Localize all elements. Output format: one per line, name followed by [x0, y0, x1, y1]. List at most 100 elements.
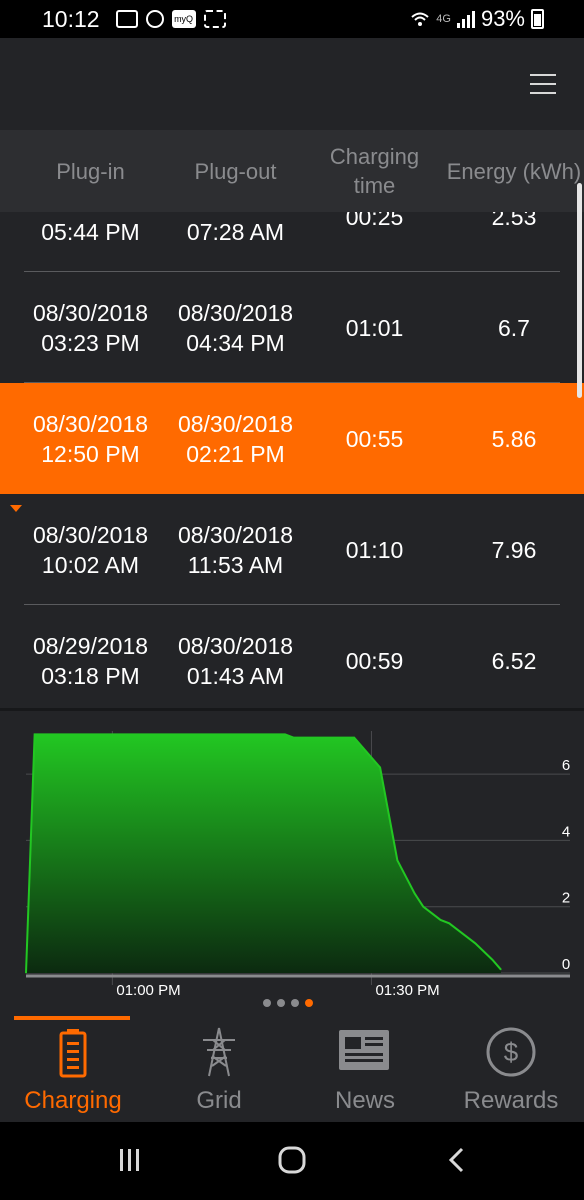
status-right: 4G 93%	[410, 6, 544, 32]
cell-plug-out-plug-out-date: 08/30/2018	[177, 521, 294, 548]
newspaper-icon	[339, 1030, 389, 1070]
status-bar: 10:12 myQ 4G 93%	[0, 0, 584, 38]
chart-point	[396, 859, 398, 861]
cell-energy-energy: 5.86	[491, 425, 537, 452]
charging-chart[interactable]: 0 2 4 6 01:00 PM 01:30 PM	[0, 708, 584, 1013]
chart-point	[414, 892, 416, 894]
table-scrollbar[interactable]	[577, 183, 582, 398]
chart-point	[440, 919, 442, 921]
chart-point	[293, 737, 295, 739]
network-type: 4G	[436, 13, 451, 25]
header-charging-time: Charging time	[329, 144, 420, 198]
cell-charging-time: 01:01	[308, 272, 441, 383]
header-plug-in: Plug-in	[56, 158, 125, 184]
page-dot[interactable]	[263, 999, 271, 1007]
circle-app-icon	[145, 10, 164, 28]
battery-status-icon	[531, 9, 544, 29]
cell-plug-in-plug-in-date: 08/30/2018	[33, 212, 148, 217]
cell-energy: 6.7	[444, 272, 584, 383]
table-row[interactable]: 08/30/2018 12:50 PM 08/30/2018 02:21 PM 00:5…	[0, 383, 584, 494]
wifi-icon	[411, 12, 429, 26]
chart-area-fill	[26, 734, 501, 973]
cell-energy: 7.96	[444, 494, 584, 605]
bottom-nav: Charging Grid News $ Rewards	[0, 1016, 584, 1122]
chart-point	[353, 737, 355, 739]
cell-plug-in: 08/30/201805:44 PM	[18, 212, 163, 272]
page-dot[interactable]	[277, 999, 285, 1007]
cell-plug-in-plug-in-date: 08/30/2018	[32, 521, 149, 548]
cell-charging-time-charging-time: 00:25	[345, 212, 404, 230]
home-icon[interactable]	[278, 1146, 306, 1174]
app-bar	[0, 38, 584, 130]
chart-point	[379, 766, 381, 768]
chart-point	[448, 922, 450, 924]
cell-plug-out: 08/30/2018 11:53 AM	[163, 494, 308, 605]
cell-charging-time: 00:59	[308, 605, 441, 708]
y-tick-label: 0	[562, 956, 570, 973]
table-row[interactable]: 08/30/2018 03:23 PM 08/30/2018 04:34 PM 01:0…	[0, 272, 584, 383]
gmail-icon	[115, 10, 138, 28]
cell-plug-out-plug-out-time: 04:34 PM	[186, 329, 285, 356]
chart-point	[431, 912, 433, 914]
active-tab-indicator	[14, 1016, 130, 1020]
cell-plug-in-plug-in-date: 08/30/2018	[32, 410, 149, 437]
cell-plug-out-plug-out-time: 02:21 PM	[186, 440, 285, 467]
cell-plug-out-plug-out-date: 08/30/2018	[177, 299, 294, 326]
cell-plug-in-plug-in-time: 05:44 PM	[41, 218, 140, 245]
nav-rewards-label: Rewards	[463, 1087, 559, 1114]
page-indicator	[263, 999, 313, 1007]
nav-charging[interactable]: Charging	[0, 1016, 146, 1122]
cell-charging-time-charging-time: 01:01	[345, 314, 404, 341]
cell-energy-energy: 6.52	[491, 647, 537, 674]
page-dot[interactable]	[291, 999, 299, 1007]
svg-text:$: $	[504, 1037, 519, 1067]
cell-plug-out-plug-out-time: 01:43 AM	[186, 662, 285, 689]
chart-point	[25, 972, 27, 974]
status-time: 10:12	[42, 5, 100, 32]
chart-point	[457, 929, 459, 931]
sessions-table[interactable]: 08/30/201805:44 PM08/31/201807:28 AM00:2…	[0, 212, 584, 708]
header-energy: Energy (kWh)	[446, 158, 582, 184]
table-row[interactable]: 08/29/2018 03:18 PM 08/30/2018 01:43 AM 00:5…	[0, 605, 584, 708]
table-row[interactable]: 08/30/2018 10:02 AM 08/30/2018 11:53 AM 01:1…	[0, 494, 584, 605]
page-dot[interactable]	[305, 999, 313, 1007]
nav-news[interactable]: News	[292, 1016, 438, 1122]
recent-apps-icon[interactable]	[116, 1146, 144, 1174]
dollar-icon: $	[486, 1027, 536, 1077]
cell-plug-out: 08/30/2018 04:34 PM	[163, 272, 308, 383]
hamburger-menu-icon[interactable]	[530, 74, 556, 94]
cell-plug-in: 08/30/2018 03:23 PM	[18, 272, 163, 383]
chart-point	[422, 906, 424, 908]
cell-plug-in-plug-in-date: 08/30/2018	[32, 299, 149, 326]
cell-plug-in-plug-in-time: 03:18 PM	[41, 662, 140, 689]
chart-point	[500, 969, 502, 971]
cell-energy-energy: 2.53	[491, 212, 537, 230]
cell-energy: 6.52	[444, 605, 584, 708]
header-plug-out: Plug-out	[194, 158, 277, 184]
battery-icon	[59, 1029, 87, 1078]
x-tick-label: 01:00 PM	[116, 982, 180, 999]
cell-plug-out: 08/30/2018 02:21 PM	[163, 383, 308, 494]
table-header: Plug-in Plug-out Charging time Energy (k…	[0, 130, 584, 212]
cell-plug-out-plug-out-time: 07:28 AM	[186, 218, 285, 245]
cell-energy: 2.53	[444, 212, 584, 272]
battery-percent: 93%	[480, 6, 525, 31]
cell-charging-time: 00:55	[308, 383, 441, 494]
cell-charging-time: 01:10	[308, 494, 441, 605]
y-tick-label: 4	[562, 823, 570, 840]
table-row[interactable]: 08/30/201805:44 PM 08/31/201807:28 AM 00:2…	[0, 212, 584, 272]
cell-energy-energy: 7.96	[491, 536, 537, 563]
cell-plug-out-plug-out-date: 08/30/2018	[177, 632, 294, 659]
cell-plug-out-plug-out-date: 08/30/2018	[177, 410, 294, 437]
cell-plug-in: 08/30/2018 12:50 PM	[18, 383, 163, 494]
cell-charging-time-charging-time: 00:59	[345, 647, 404, 674]
nav-grid[interactable]: Grid	[146, 1016, 292, 1122]
chart-point	[491, 959, 493, 961]
system-nav-bar	[0, 1122, 584, 1200]
cell-plug-out-plug-out-date: 08/31/2018	[178, 212, 293, 217]
nav-rewards[interactable]: $ Rewards	[438, 1016, 584, 1122]
back-icon[interactable]	[444, 1146, 472, 1174]
chart-point	[284, 733, 286, 735]
x-tick-label: 01:30 PM	[375, 982, 439, 999]
y-tick-label: 6	[562, 757, 570, 774]
